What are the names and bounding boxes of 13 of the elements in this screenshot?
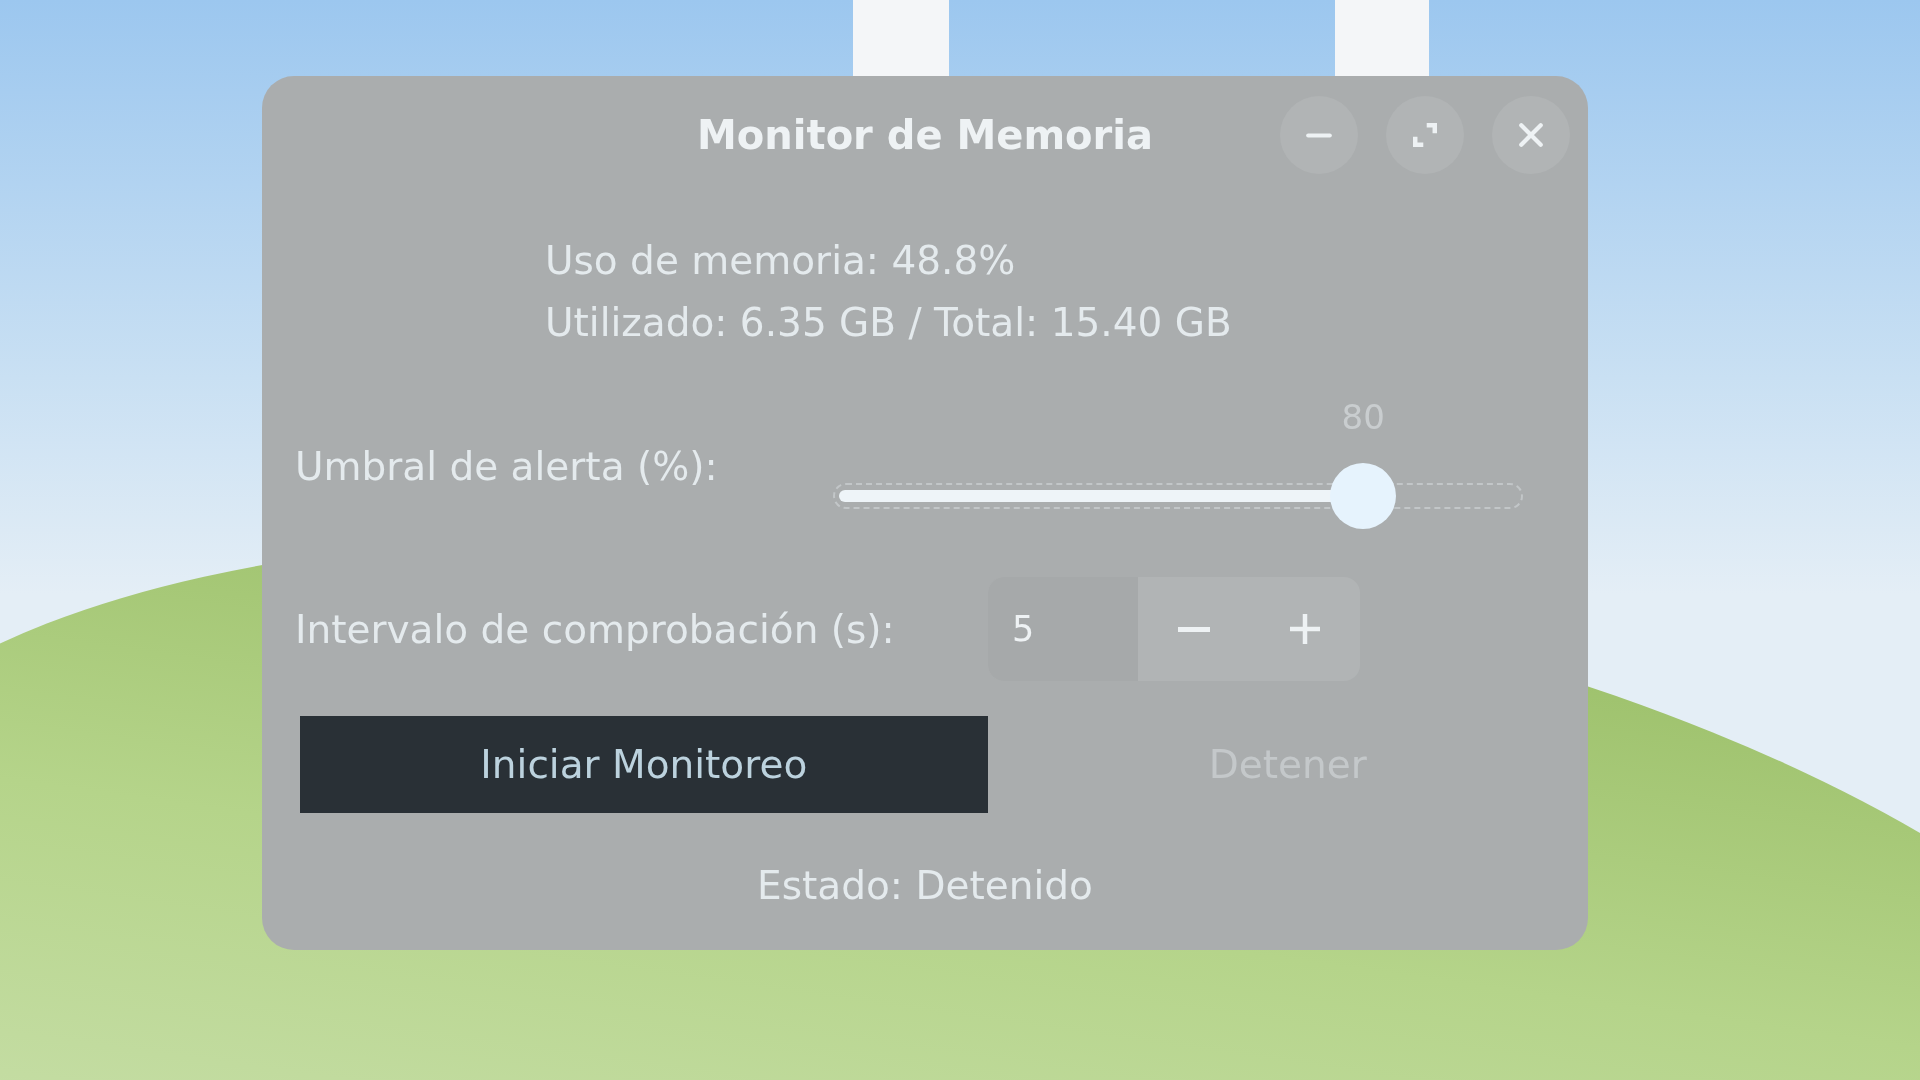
interval-label: Intervalo de comprobación (s): bbox=[295, 606, 896, 652]
threshold-label: Umbral de alerta (%): bbox=[295, 443, 719, 489]
interval-input[interactable]: 5 bbox=[988, 577, 1138, 681]
memory-usage-text: Uso de memoria: 48.8% bbox=[545, 237, 1016, 285]
maximize-icon bbox=[1413, 123, 1437, 147]
status-text: Estado: Detenido bbox=[756, 863, 1094, 908]
plus-icon bbox=[1289, 614, 1320, 644]
minimize-icon bbox=[1306, 132, 1332, 138]
window-title: Monitor de Memoria bbox=[697, 112, 1153, 158]
minus-icon bbox=[1177, 626, 1210, 632]
close-icon bbox=[1519, 123, 1543, 147]
memory-detail-text: Utilizado: 6.35 GB / Total: 15.40 GB bbox=[545, 299, 1232, 347]
start-button[interactable]: Iniciar Monitoreo bbox=[300, 716, 988, 813]
